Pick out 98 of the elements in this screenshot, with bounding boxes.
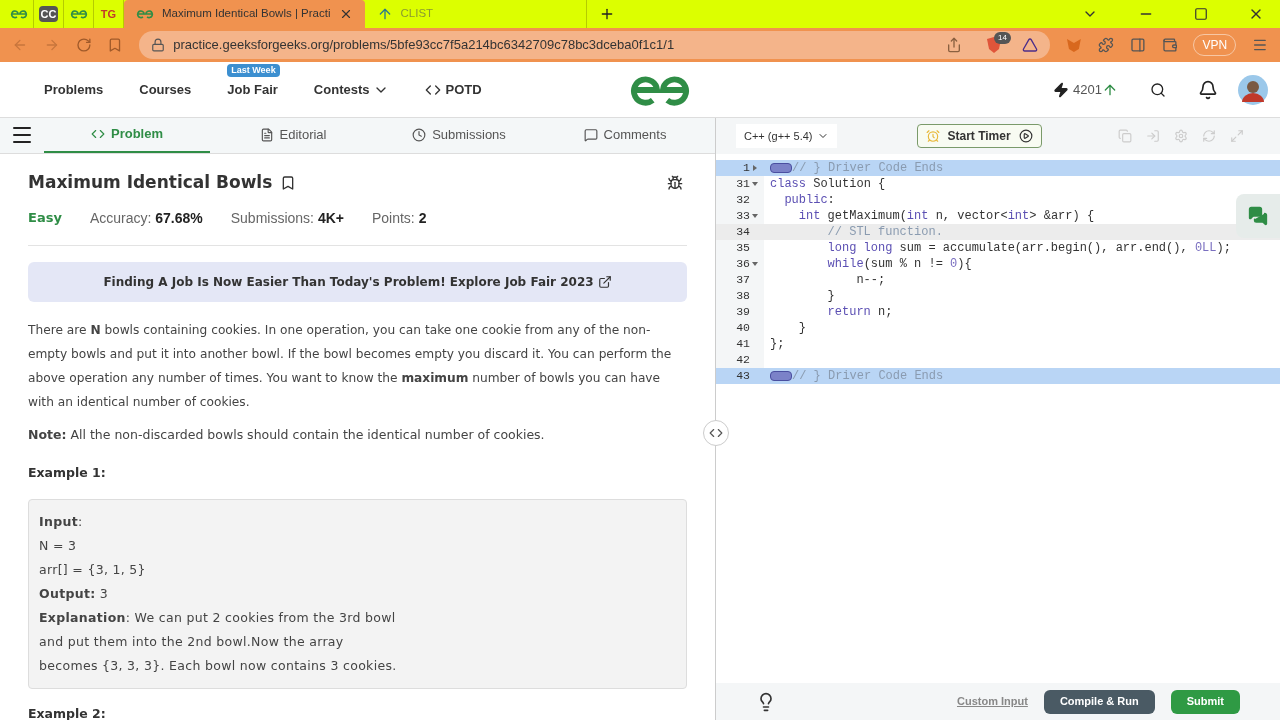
line-number: 43 <box>736 368 750 385</box>
logo-icon <box>136 9 154 19</box>
line-number: 42 <box>736 352 750 369</box>
problem-tab[interactable]: Submissions <box>376 117 542 153</box>
shield-badge: 14 <box>994 32 1011 44</box>
line-number: 41 <box>736 336 750 353</box>
example-line: arr[] = {3, 1, 5} <box>39 561 147 579</box>
logo-icon <box>628 73 692 106</box>
logo-icon <box>69 9 88 19</box>
search-icon[interactable] <box>1150 81 1166 98</box>
comment-icon <box>583 128 598 142</box>
problem-stat: Submissions: 4K+ <box>230 208 344 228</box>
fold-arrow-icon[interactable] <box>752 165 758 171</box>
problem-tab[interactable]: Problem <box>44 117 210 153</box>
favicon-text: CC <box>38 5 59 23</box>
code-icon <box>709 426 723 440</box>
problem-tab[interactable]: Comments <box>542 117 708 153</box>
code-line: // STL function. <box>826 224 943 241</box>
code-line: public: <box>783 192 835 209</box>
code-line: } <box>797 320 806 337</box>
problem-title: Maximum Identical Bowls <box>28 171 273 194</box>
extensions-icon[interactable] <box>1097 37 1114 53</box>
code-line: n--; <box>855 272 886 289</box>
notifications-icon[interactable] <box>1198 79 1218 100</box>
example-line: Input: <box>39 513 84 531</box>
problem-description: There are N bowls containing cookies. In one operation, you can take one cookie from any of the non-empty bowls and put it into another bowl. If the bowl becomes empty you discard it. You can perform the above operation any number of times. You want to know the maximum number of bowls you can have with an identical number of cookies. <box>28 321 673 411</box>
favicon-text: TG <box>100 6 117 22</box>
fold-arrow-icon[interactable] <box>752 213 758 219</box>
example-line: Output: 3 <box>39 585 110 603</box>
line-number: 36 <box>736 256 750 273</box>
line-number: 34 <box>736 224 750 241</box>
panel-resize-handle[interactable] <box>703 420 729 446</box>
nav-link[interactable]: Job Fair <box>227 79 278 100</box>
chat-icon <box>1248 206 1268 226</box>
example-line: and put them into the 2nd bowl.Now the array <box>39 633 345 651</box>
restore-icon[interactable] <box>1194 7 1208 21</box>
streak-count: 4201 <box>1073 80 1102 99</box>
nav-link[interactable]: Problems <box>44 79 104 100</box>
code-icon <box>91 127 105 141</box>
code-line: }; <box>770 336 785 353</box>
line-number: 35 <box>736 240 750 257</box>
example-heading: Example 1: <box>28 464 107 483</box>
avatar[interactable] <box>1238 74 1268 105</box>
problem-tab[interactable]: Editorial <box>210 117 376 153</box>
code-line: int getMaximum(int n, vector<int> &arr) { <box>797 208 1095 225</box>
chat-button[interactable] <box>1236 194 1280 238</box>
fold-arrow-icon[interactable] <box>752 181 758 187</box>
lock-icon <box>151 38 166 52</box>
example-line: becomes {3, 3, 3}. Each bowl now contains 3 cookies. <box>39 657 398 675</box>
url-text: practice.geeksforgeeks.org/problems/5bfe93cc7f5a214bc6342709c78bc3dceba0f1c1/1 <box>173 36 676 55</box>
nav-badge: Last Week <box>227 63 280 78</box>
code-line: long long sum = accumulate(arr.begin(), arr.end(), 0LL); <box>826 240 1231 257</box>
code-line: return n; <box>826 304 893 321</box>
job-fair-banner[interactable]: Finding A Job Is Now Easier Than Today's Problem! Explore Job Fair 2023 <box>28 261 687 302</box>
code-line: // } Driver Code Ends <box>770 159 944 177</box>
compile-run-button[interactable]: Compile & Run <box>1043 689 1155 714</box>
line-number: 33 <box>736 208 750 225</box>
nav-link[interactable]: Contests <box>313 79 370 100</box>
problem-stat: Points: 2 <box>371 208 427 228</box>
line-number: 38 <box>736 288 750 305</box>
bug-icon[interactable] <box>667 174 683 191</box>
line-number: 39 <box>736 304 750 321</box>
triangle-icon[interactable] <box>1022 37 1039 53</box>
difficulty-label: Easy <box>28 209 62 228</box>
problem-stat: Accuracy: 67.68% <box>89 208 203 228</box>
start-timer-button[interactable]: Start Timer <box>916 124 1042 148</box>
example-line: Explanation: We can put 2 cookies from the 3rd bowl <box>39 609 397 627</box>
document-icon <box>259 128 274 142</box>
code-line: while(sum % n != 0){ <box>826 256 972 273</box>
code-line: } <box>826 288 835 305</box>
code-line: class Solution { <box>770 176 886 193</box>
note-text: Note: All the non-discarded bowls should contain the identical number of cookies. <box>28 425 546 444</box>
address-bar[interactable]: practice.geeksforgeeks.org/problems/5bfe93cc7f5a214bc6342709c78bc3dceba0f1c1/1 14 <box>139 31 1051 59</box>
logo-icon <box>9 9 28 19</box>
tab-title: CLIST <box>400 6 435 22</box>
sidebar-icon[interactable] <box>1129 37 1146 53</box>
nav-link[interactable]: POTD <box>445 79 482 100</box>
streak-icon <box>1053 81 1070 98</box>
example-line: N = 3 <box>39 537 78 555</box>
submit-button[interactable]: Submit <box>1170 689 1240 714</box>
wallet-icon[interactable] <box>1161 37 1178 53</box>
share-icon[interactable] <box>946 37 963 53</box>
alarm-clock-icon <box>925 129 940 143</box>
code-line: // } Driver Code Ends <box>770 367 944 385</box>
tab-title: Maximum Identical Bowls | Practi <box>162 6 331 22</box>
example-heading: Example 2: <box>28 705 107 720</box>
reload-icon[interactable] <box>75 37 92 53</box>
play-icon <box>1018 129 1033 143</box>
browser-tab[interactable]: Maximum Identical Bowls | Practi <box>124 0 365 28</box>
fold-arrow-icon[interactable] <box>752 261 758 267</box>
line-number: 1 <box>743 160 750 177</box>
line-number: 32 <box>736 192 750 209</box>
line-number: 31 <box>736 176 750 193</box>
nav-link[interactable]: Courses <box>139 79 192 100</box>
language-select[interactable]: C++ (g++ 5.4) <box>736 123 837 149</box>
clock-icon <box>412 128 427 142</box>
line-number: 40 <box>736 320 750 337</box>
line-number: 37 <box>736 272 750 289</box>
